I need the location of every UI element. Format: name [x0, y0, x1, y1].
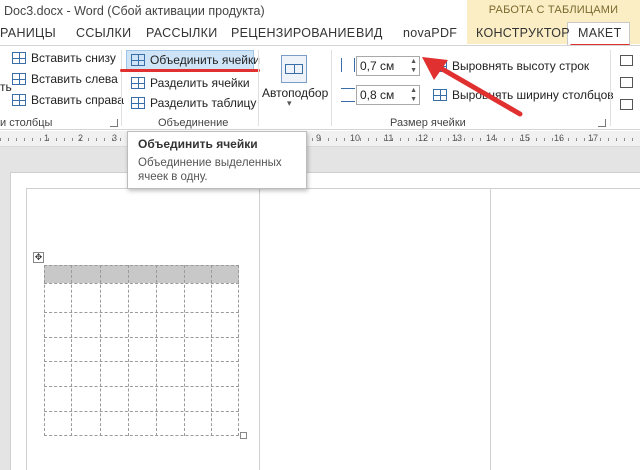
insert-right-icon [12, 94, 26, 106]
autofit-button[interactable]: Автоподбор [262, 86, 328, 100]
row-height-input[interactable]: 0,7 см ▲ ▼ [356, 56, 420, 76]
spinner-arrows-icon[interactable]: ▲ ▼ [410, 57, 417, 75]
rows-columns-group-label: и столбцы [0, 117, 53, 129]
ruler-number: 16 [554, 133, 565, 143]
insert-left-button[interactable]: Вставить слева [12, 72, 118, 86]
autofit-chevron-icon[interactable]: ▾ [287, 98, 292, 109]
ruler-number: 15 [520, 133, 531, 143]
margin-guide [26, 188, 640, 189]
insert-below-label: Вставить снизу [31, 51, 116, 65]
tooltip-description: Объединение выделенных ячеек в одну. [138, 157, 282, 183]
table-row-border [44, 386, 239, 387]
merge-annotation-underline [120, 69, 260, 72]
ruler-number: 9 [316, 133, 322, 143]
merge-group-label: Объединение [158, 117, 229, 129]
ribbon-separator [331, 50, 332, 126]
rows-columns-launcher[interactable] [110, 119, 118, 127]
table-move-handle-icon[interactable]: ✥ [33, 252, 44, 263]
tab-references[interactable]: ССЫЛКИ [76, 26, 131, 40]
table-resize-handle-icon[interactable] [240, 432, 247, 439]
ribbon-separator [610, 50, 611, 126]
tab-page-layout[interactable]: РАНИЦЫ [0, 26, 56, 40]
table-row-border [44, 283, 239, 284]
align-top-left-icon[interactable] [620, 55, 633, 66]
cell-size-launcher[interactable] [598, 119, 606, 127]
table-row-border [44, 312, 239, 313]
ruler-number: 14 [486, 133, 497, 143]
delete-button-fragment[interactable]: ть [0, 80, 12, 94]
split-table-button[interactable]: Разделить таблицу [131, 96, 256, 110]
autofit-icon [281, 55, 307, 83]
insert-below-button[interactable]: Вставить снизу [12, 51, 116, 65]
table-row-border [44, 411, 239, 412]
tab-constructor[interactable]: КОНСТРУКТОР [476, 26, 570, 40]
ribbon-separator [258, 50, 259, 126]
ruler-number: 17 [588, 133, 599, 143]
row-height-icon [341, 58, 355, 72]
window-title: Doc3.docx - Word (Сбой активации продукт… [4, 4, 265, 18]
ruler-number: 3 [112, 133, 118, 143]
ribbon-separator [121, 50, 122, 126]
insert-below-icon [12, 52, 26, 64]
ruler-number: 12 [418, 133, 429, 143]
insert-right-button[interactable]: Вставить справа [12, 93, 124, 107]
column-width-input[interactable]: 0,8 см ▲ ▼ [356, 85, 420, 105]
ruler-number: 1 [44, 133, 50, 143]
tab-view[interactable]: ВИД [356, 26, 383, 40]
insert-left-icon [12, 73, 26, 85]
spinner-arrows-icon[interactable]: ▲ ▼ [410, 86, 417, 104]
split-table-icon [131, 97, 145, 109]
split-table-label: Разделить таблицу [150, 96, 257, 110]
align-middle-left-icon[interactable] [620, 77, 633, 88]
column-width-value: 0,8 см [360, 88, 395, 102]
split-cells-icon [131, 77, 145, 89]
ruler-number: 10 [350, 133, 361, 143]
column-guide [490, 188, 491, 470]
table-row-border [44, 361, 239, 362]
merge-cells-button[interactable]: Объединить ячейки [131, 53, 260, 67]
tab-maket[interactable]: МАКЕТ [578, 26, 622, 40]
insert-right-label: Вставить справа [31, 93, 124, 107]
ruler-number: 11 [384, 133, 394, 143]
tab-novapdf[interactable]: novaPDF [403, 26, 457, 40]
margin-guide [26, 188, 27, 470]
ruler-number: 13 [452, 133, 463, 143]
tab-mailings[interactable]: РАССЫЛКИ [146, 26, 218, 40]
annotation-arrow-icon [422, 57, 523, 117]
split-cells-label: Разделить ячейки [150, 76, 250, 90]
merge-cells-icon [131, 54, 145, 66]
insert-left-label: Вставить слева [31, 72, 118, 86]
table-tools-label: РАБОТА С ТАБЛИЦАМИ [488, 4, 619, 16]
column-guide [259, 188, 260, 470]
tooltip-title: Объединить ячейки [138, 137, 258, 151]
table-row-border [44, 337, 239, 338]
ruler-number: 2 [78, 133, 84, 143]
tab-review[interactable]: РЕЦЕНЗИРОВАНИЕ [231, 26, 355, 40]
column-width-icon [341, 88, 355, 102]
row-height-value: 0,7 см [360, 59, 395, 73]
merge-cells-label: Объединить ячейки [150, 53, 260, 67]
split-cells-button[interactable]: Разделить ячейки [131, 76, 250, 90]
align-bottom-left-icon[interactable] [620, 99, 633, 110]
